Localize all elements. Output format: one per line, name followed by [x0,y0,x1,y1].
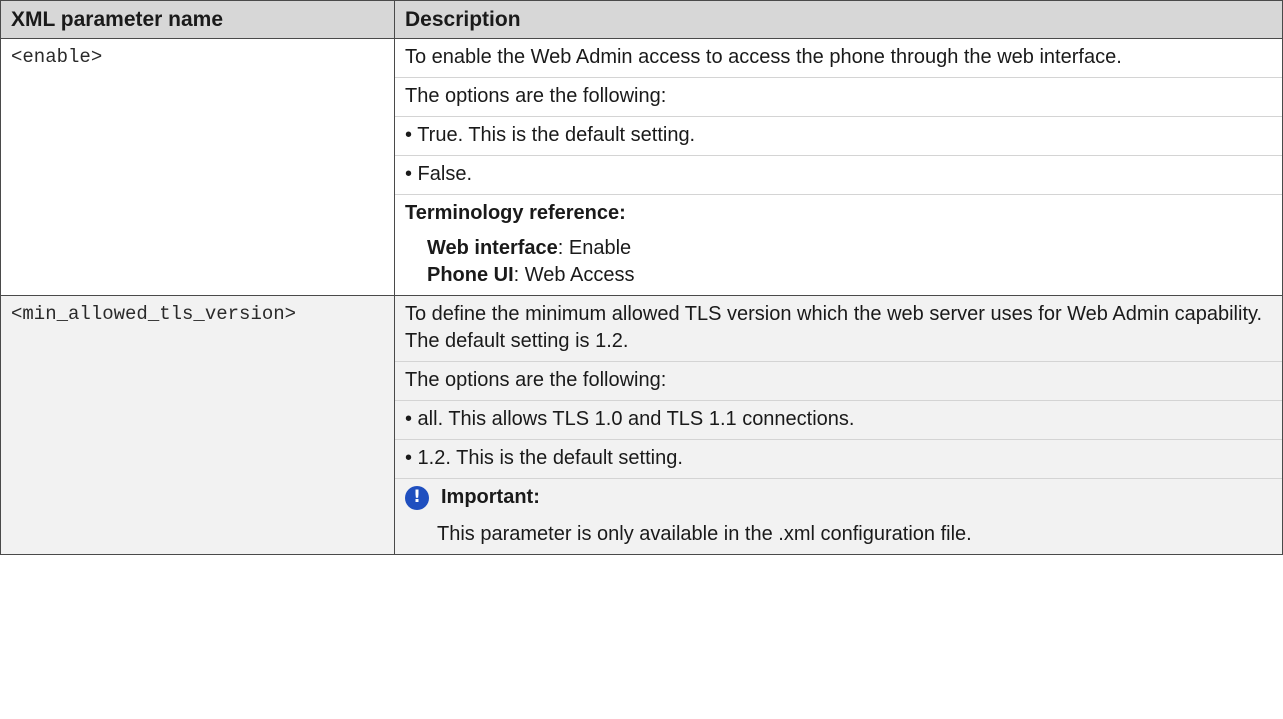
important-note: ! Important: This parameter is only avai… [395,479,1282,554]
terminology-item: Phone UI: Web Access [427,262,1272,289]
terminology-item: Web interface: Enable [427,235,1272,262]
terminology-heading: Terminology reference: [405,202,626,224]
important-icon: ! [405,485,429,510]
option-item: • False. [395,156,1282,195]
header-description: Description [394,0,1283,39]
parameter-name: <enable> [0,38,395,296]
description-text: To enable the Web Admin access to access… [395,39,1282,78]
parameter-description: To define the minimum allowed TLS versio… [394,295,1283,555]
important-label: Important: [441,486,540,508]
important-note-text: This parameter is only available in the … [437,523,972,545]
parameter-description: To enable the Web Admin access to access… [394,38,1283,296]
option-item: • 1.2. This is the default setting. [395,440,1282,479]
parameter-name: <min_allowed_tls_version> [0,295,395,555]
important-note-heading: ! Important: [405,484,1272,511]
terminology-label: Web interface [427,237,558,259]
header-xml-parameter-name: XML parameter name [0,0,395,39]
table-header-row: XML parameter name Description [0,0,1283,39]
options-intro: The options are the following: [395,78,1282,117]
terminology-value: : Enable [557,237,632,259]
option-item: • True. This is the default setting. [395,117,1282,156]
table-row: <min_allowed_tls_version> To define the … [0,295,1283,555]
description-text: To define the minimum allowed TLS versio… [395,296,1282,362]
terminology-value: : Web Access [513,264,635,286]
options-intro: The options are the following: [395,362,1282,401]
parameters-table: XML parameter name Description <enable> … [0,0,1283,555]
table-row: <enable> To enable the Web Admin access … [0,38,1283,296]
terminology-label: Phone UI [427,264,514,286]
option-item: • all. This allows TLS 1.0 and TLS 1.1 c… [395,401,1282,440]
terminology-list: Web interface: Enable Phone UI: Web Acce… [395,233,1282,295]
